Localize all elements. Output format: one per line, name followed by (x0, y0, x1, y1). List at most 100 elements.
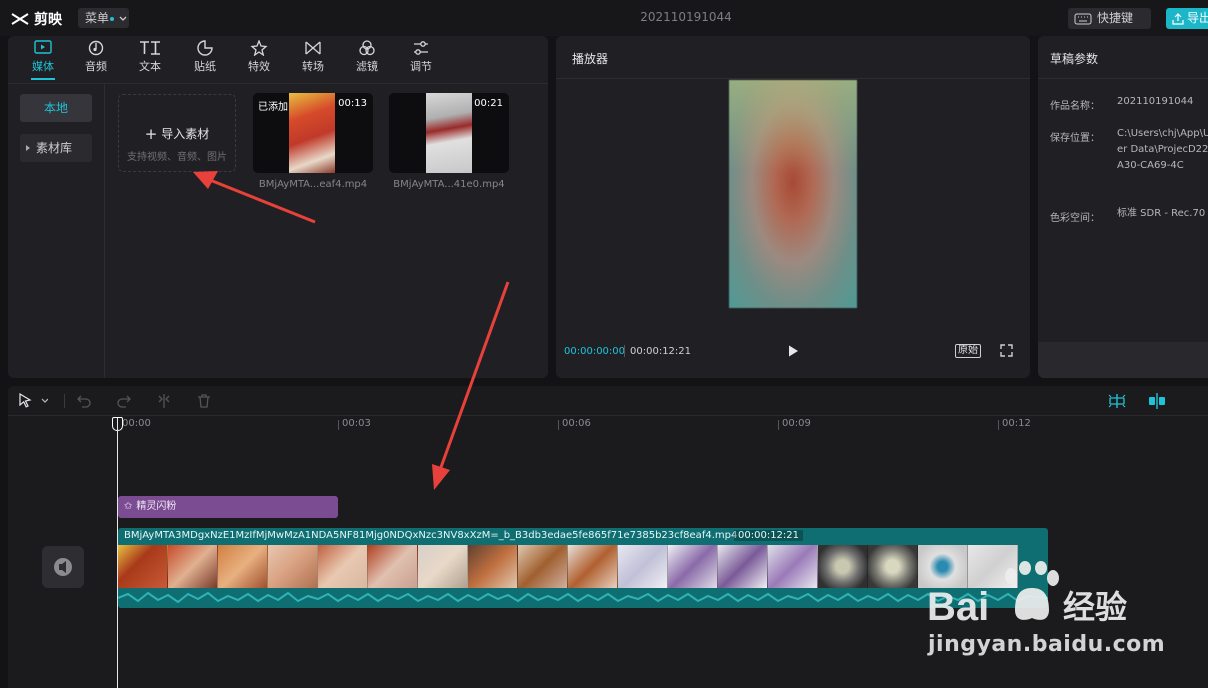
track-mute-button[interactable] (42, 546, 84, 588)
frame-thumbnail (818, 545, 868, 588)
text-icon (140, 41, 160, 55)
ruler-tick (558, 420, 559, 430)
app-name: 剪映 (34, 12, 62, 28)
effects-icon: ✩ (124, 501, 133, 512)
playhead[interactable] (117, 418, 118, 688)
divider (1038, 78, 1208, 79)
plus-icon: + (144, 125, 158, 143)
effects-icon (250, 40, 268, 56)
magnet-snap-icon[interactable] (1107, 393, 1127, 409)
time-ruler[interactable]: 00:00 00:03 00:06 00:09 00:12 (8, 417, 1208, 431)
param-label: 保存位置： (1050, 133, 1100, 144)
transition-icon (305, 41, 321, 55)
import-media-button[interactable]: + 导入素材 支持视频、音频、图片 (118, 94, 236, 172)
param-value: 标准 SDR - Rec.70 (1117, 208, 1206, 219)
adjust-icon (414, 41, 428, 55)
tab-sticker[interactable]: 贴纸 (185, 40, 225, 78)
sidebar-item-local[interactable]: 本地 (20, 94, 92, 122)
param-value: 202110191044 (1117, 96, 1194, 107)
thumbnail-strip (118, 545, 1048, 588)
clip-thumbnail (426, 93, 472, 173)
tab-transition[interactable]: 转场 (293, 40, 333, 78)
clip-duration: 00:00:12:21 (734, 530, 804, 541)
delete-icon[interactable] (196, 393, 212, 409)
frame-thumbnail (418, 545, 468, 588)
frame-thumbnail (718, 545, 768, 588)
speaker-icon (54, 558, 72, 576)
split-icon[interactable] (156, 393, 172, 409)
effect-label: 精灵闪粉 (136, 501, 177, 512)
export-label: 导出 (1187, 11, 1208, 25)
menu-label: 菜单 (85, 11, 110, 25)
time-separator (624, 345, 625, 357)
ruler-label: 00:03 (342, 418, 371, 429)
sidebar-item-library[interactable]: 素材库 (20, 134, 92, 162)
ruler-label: 00:12 (1002, 418, 1031, 429)
tab-media[interactable]: 媒体 (23, 40, 63, 80)
project-title: 202110191044 (640, 10, 732, 24)
redo-icon[interactable] (116, 393, 132, 409)
notification-dot (110, 16, 115, 21)
tab-label: 转场 (302, 60, 324, 73)
params-title: 草稿参数 (1050, 52, 1099, 66)
param-value: C:\Users\chj\App\User Data\ProjecD22AA30… (1117, 128, 1208, 171)
clip-duration: 00:21 (474, 98, 503, 109)
tab-label: 文本 (139, 60, 161, 73)
tab-audio[interactable]: 音频 (76, 40, 116, 78)
timeline-toolbar (8, 386, 1208, 416)
fullscreen-icon[interactable] (1000, 344, 1013, 357)
video-track-clip[interactable]: BMjAyMTA3MDgxNzE1MzIfMjMwMzA1NDA5NF81Mjg… (118, 528, 1048, 608)
ruler-tick (338, 420, 339, 430)
capcut-icon (11, 13, 29, 25)
tab-text[interactable]: 文本 (130, 40, 170, 78)
title-bar: 剪映 菜单 202110191044 快捷键 导出 (0, 0, 1208, 36)
video-preview[interactable] (729, 80, 857, 308)
keyboard-icon (1074, 13, 1092, 24)
svg-text:Bai: Bai (927, 585, 989, 628)
media-clip[interactable]: 已添加 00:13 (253, 93, 373, 173)
ruler-label: 00:00 (122, 418, 151, 429)
frame-thumbnail (118, 545, 168, 588)
frame-thumbnail (218, 545, 268, 588)
undo-icon[interactable] (76, 393, 92, 409)
play-icon[interactable] (786, 344, 800, 358)
draft-params-panel: 草稿参数 作品名称： 202110191044 保存位置： C:\Users\c… (1038, 36, 1208, 378)
params-footer (1038, 342, 1208, 378)
param-label: 色彩空间： (1050, 213, 1100, 224)
tab-filter[interactable]: 滤镜 (347, 40, 387, 78)
frame-thumbnail (768, 545, 818, 588)
clip-name: BMjAyMTA...41e0.mp4 (393, 179, 505, 190)
ruler-tick (778, 420, 779, 430)
tab-effects[interactable]: 特效 (239, 40, 279, 78)
select-tool-icon[interactable] (18, 393, 48, 409)
ruler-label: 00:06 (562, 418, 591, 429)
linkage-icon[interactable] (1147, 393, 1167, 409)
frame-thumbnail (518, 545, 568, 588)
ruler-tick (998, 420, 999, 430)
export-button[interactable]: 导出 (1166, 8, 1208, 29)
import-text: 导入素材 (161, 127, 210, 141)
added-badge: 已添加 (258, 102, 288, 113)
audio-waveform (118, 591, 1048, 604)
tab-adjust[interactable]: 调节 (401, 40, 441, 78)
menu-button[interactable]: 菜单 (78, 8, 129, 28)
frame-thumbnail (168, 545, 218, 588)
player-title: 播放器 (572, 52, 609, 66)
filter-icon (359, 40, 375, 56)
toolbar-divider (64, 394, 65, 408)
media-clip[interactable]: 00:21 (389, 93, 509, 173)
ratio-button[interactable]: 原始 (955, 344, 981, 358)
frame-thumbnail (368, 545, 418, 588)
sticker-icon (197, 40, 213, 56)
media-icon (34, 40, 52, 54)
ruler-label: 00:09 (782, 418, 811, 429)
effect-track-clip[interactable]: ✩ 精灵闪粉 (118, 496, 338, 518)
tab-label: 媒体 (32, 60, 54, 73)
param-label: 作品名称： (1050, 101, 1100, 112)
tab-label: 贴纸 (194, 60, 216, 73)
divider (556, 78, 1030, 79)
shortcut-button[interactable]: 快捷键 (1068, 8, 1151, 29)
total-time: 00:00:12:21 (630, 346, 692, 357)
frame-thumbnail (618, 545, 668, 588)
tab-label: 特效 (248, 60, 270, 73)
